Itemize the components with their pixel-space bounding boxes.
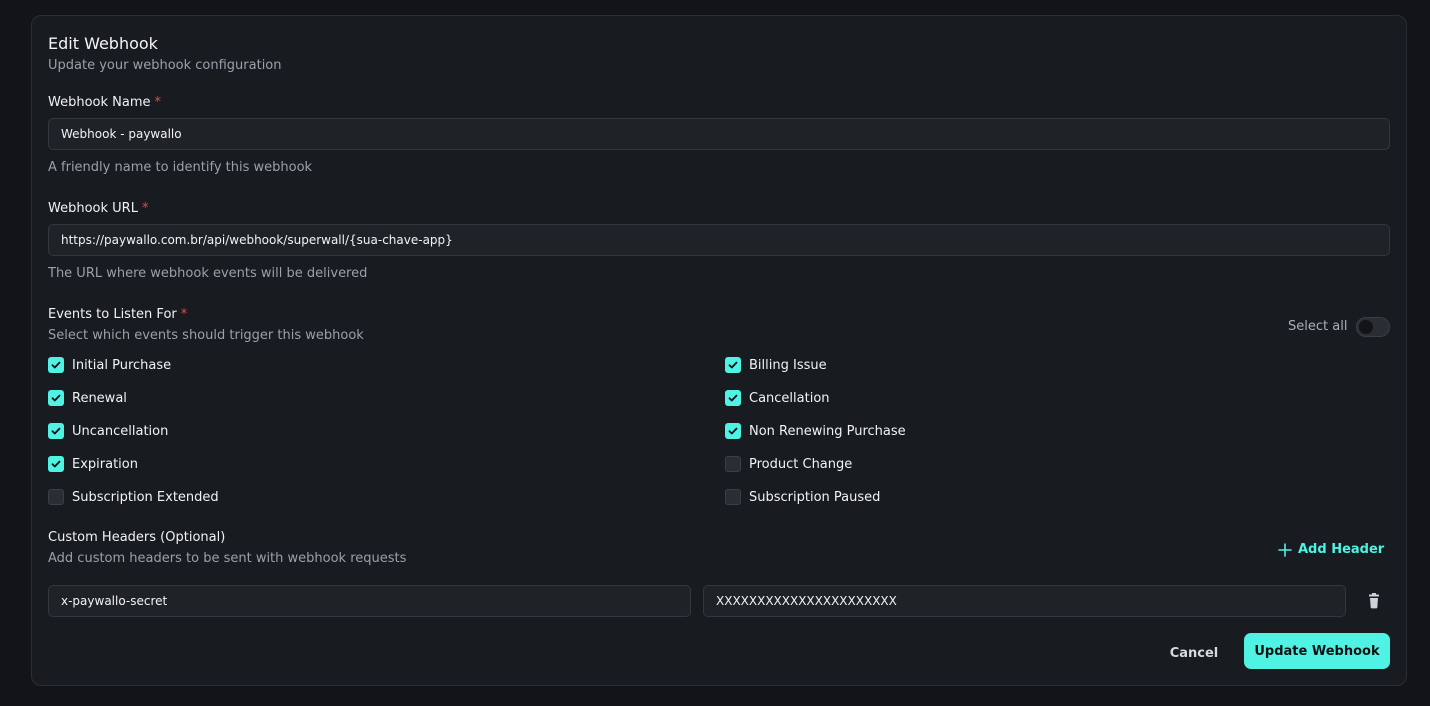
cancel-button[interactable]: Cancel bbox=[1156, 641, 1232, 665]
toggle-knob bbox=[1359, 320, 1373, 334]
custom-headers-label: Custom Headers (Optional) bbox=[48, 530, 226, 545]
update-webhook-button[interactable]: Update Webhook bbox=[1244, 633, 1390, 669]
event-checkbox-item[interactable]: Initial Purchase bbox=[48, 355, 171, 375]
plus-icon bbox=[1278, 542, 1292, 557]
page-title: Edit Webhook bbox=[48, 34, 158, 53]
event-label: Subscription Extended bbox=[72, 489, 219, 505]
event-label: Expiration bbox=[72, 456, 138, 472]
event-checkbox-item[interactable]: Subscription Paused bbox=[725, 487, 880, 507]
custom-headers-hint: Add custom headers to be sent with webho… bbox=[48, 551, 407, 566]
checkbox-checked-icon[interactable] bbox=[48, 423, 64, 439]
checkbox-checked-icon[interactable] bbox=[725, 357, 741, 373]
checkbox-unchecked-icon[interactable] bbox=[725, 456, 741, 472]
event-checkbox-item[interactable]: Cancellation bbox=[725, 388, 830, 408]
checkbox-checked-icon[interactable] bbox=[48, 357, 64, 373]
webhook-url-hint: The URL where webhook events will be del… bbox=[48, 266, 368, 281]
event-checkbox-item[interactable]: Product Change bbox=[725, 454, 852, 474]
events-label: Events to Listen For * bbox=[48, 307, 187, 322]
webhook-url-label: Webhook URL * bbox=[48, 201, 148, 216]
add-header-button[interactable]: Add Header bbox=[1278, 542, 1384, 557]
header-value-input[interactable] bbox=[703, 585, 1346, 617]
event-checkbox-item[interactable]: Non Renewing Purchase bbox=[725, 421, 906, 441]
webhook-url-label-text: Webhook URL bbox=[48, 201, 138, 216]
select-all-toggle[interactable] bbox=[1356, 317, 1390, 337]
checkbox-checked-icon[interactable] bbox=[48, 456, 64, 472]
checkbox-checked-icon[interactable] bbox=[725, 423, 741, 439]
event-checkbox-item[interactable]: Billing Issue bbox=[725, 355, 827, 375]
webhook-name-label: Webhook Name * bbox=[48, 95, 161, 110]
checkbox-unchecked-icon[interactable] bbox=[48, 489, 64, 505]
event-checkbox-item[interactable]: Expiration bbox=[48, 454, 138, 474]
webhook-name-hint: A friendly name to identify this webhook bbox=[48, 160, 313, 175]
event-checkbox-item[interactable]: Renewal bbox=[48, 388, 127, 408]
required-mark: * bbox=[154, 95, 162, 110]
events-label-text: Events to Listen For bbox=[48, 307, 177, 322]
edit-webhook-card: Edit Webhook Update your webhook configu… bbox=[31, 15, 1407, 686]
checkbox-checked-icon[interactable] bbox=[725, 390, 741, 406]
webhook-name-input[interactable] bbox=[48, 118, 1390, 150]
event-label: Cancellation bbox=[749, 390, 830, 406]
event-label: Non Renewing Purchase bbox=[749, 423, 906, 439]
webhook-url-input[interactable] bbox=[48, 224, 1390, 256]
required-mark: * bbox=[141, 201, 149, 216]
event-label: Renewal bbox=[72, 390, 127, 406]
event-label: Initial Purchase bbox=[72, 357, 172, 373]
page-subtitle: Update your webhook configuration bbox=[48, 58, 282, 73]
trash-icon[interactable] bbox=[1367, 593, 1381, 609]
event-label: Subscription Paused bbox=[749, 489, 881, 505]
event-label: Billing Issue bbox=[749, 357, 827, 373]
event-checkbox-item[interactable]: Uncancellation bbox=[48, 421, 168, 441]
header-key-input[interactable] bbox=[48, 585, 691, 617]
checkbox-unchecked-icon[interactable] bbox=[725, 489, 741, 505]
event-label: Uncancellation bbox=[72, 423, 169, 439]
select-all-label: Select all bbox=[1288, 319, 1348, 334]
checkbox-checked-icon[interactable] bbox=[48, 390, 64, 406]
webhook-name-label-text: Webhook Name bbox=[48, 95, 151, 110]
add-header-label: Add Header bbox=[1298, 542, 1385, 557]
events-hint: Select which events should trigger this … bbox=[48, 328, 364, 343]
required-mark: * bbox=[180, 307, 188, 322]
event-label: Product Change bbox=[749, 456, 853, 472]
event-checkbox-item[interactable]: Subscription Extended bbox=[48, 487, 219, 507]
